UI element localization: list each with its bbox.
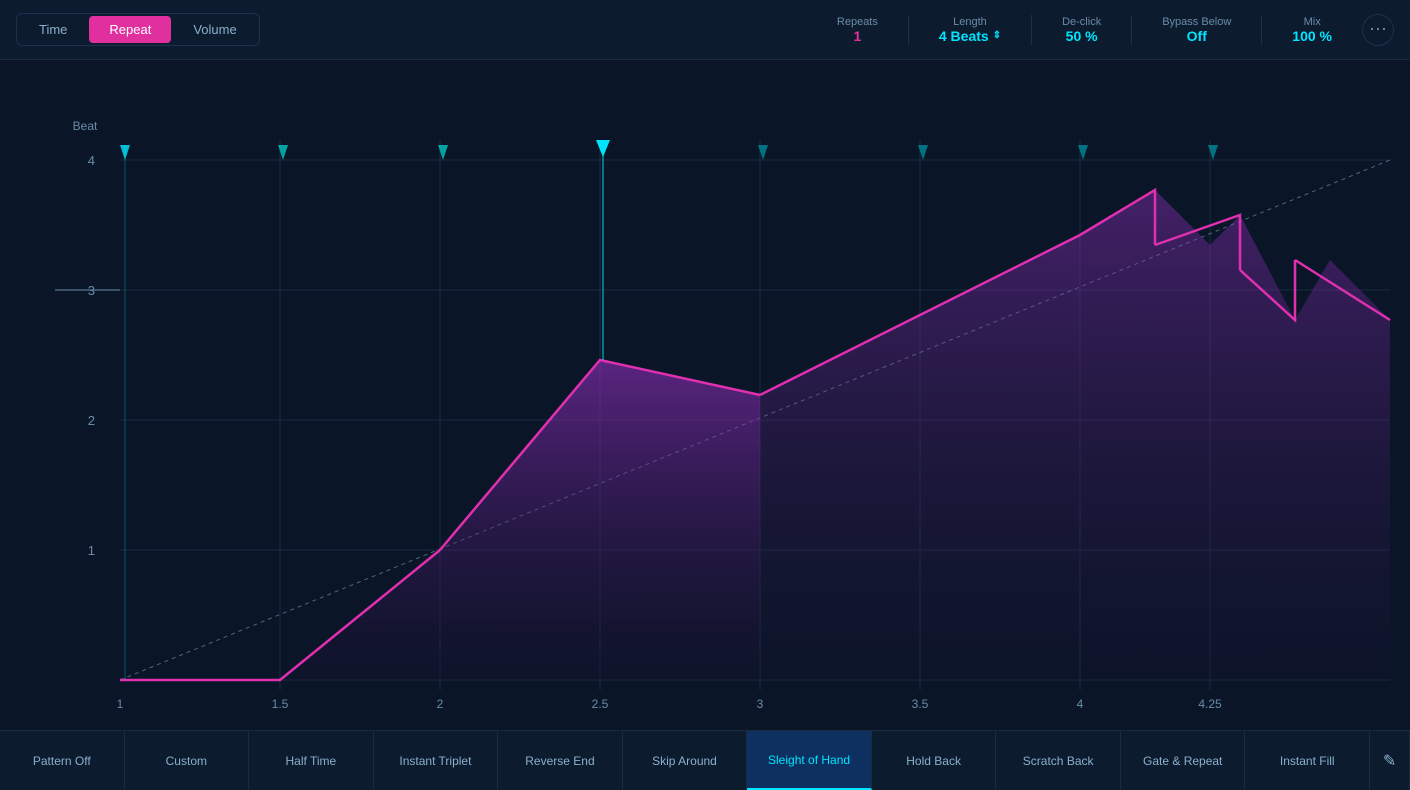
- svg-text:3.5: 3.5: [912, 697, 929, 711]
- divider-4: [1261, 15, 1262, 45]
- declick-label: De-click: [1062, 16, 1101, 28]
- btn-instant-fill[interactable]: Instant Fill: [1245, 731, 1370, 790]
- divider-2: [1031, 15, 1032, 45]
- chart-area: 4 3 2 1 Beat 1 1.5 2 2.5 3 3.5 4 4.25: [0, 60, 1410, 730]
- header: Time Repeat Volume Repeats 1 Length 4 Be…: [0, 0, 1410, 60]
- svg-text:3: 3: [757, 697, 764, 711]
- btn-sleight-of-hand[interactable]: Sleight of Hand: [747, 731, 872, 790]
- length-control: Length 4 Beats ⇕: [939, 16, 1001, 44]
- btn-gate-repeat[interactable]: Gate & Repeat: [1121, 731, 1246, 790]
- mix-label: Mix: [1304, 16, 1321, 28]
- btn-custom[interactable]: Custom: [125, 731, 250, 790]
- svg-text:4: 4: [1077, 697, 1084, 711]
- length-label: Length: [953, 16, 987, 28]
- tab-volume[interactable]: Volume: [173, 16, 256, 43]
- repeats-control: Repeats 1: [837, 16, 878, 44]
- btn-reverse-end[interactable]: Reverse End: [498, 731, 623, 790]
- bypass-control: Bypass Below Off: [1162, 16, 1231, 44]
- declick-control: De-click 50 %: [1062, 16, 1101, 44]
- tab-repeat[interactable]: Repeat: [89, 16, 171, 43]
- svg-text:4.25: 4.25: [1198, 697, 1222, 711]
- app-container: Time Repeat Volume Repeats 1 Length 4 Be…: [0, 0, 1410, 790]
- divider-3: [1131, 15, 1132, 45]
- repeats-value[interactable]: 1: [853, 28, 861, 44]
- header-controls: Repeats 1 Length 4 Beats ⇕ De-click 50 %…: [837, 14, 1394, 46]
- btn-hold-back[interactable]: Hold Back: [872, 731, 997, 790]
- tab-time[interactable]: Time: [19, 16, 87, 43]
- btn-skip-around[interactable]: Skip Around: [623, 731, 748, 790]
- repeats-label: Repeats: [837, 16, 878, 28]
- svg-text:Beat: Beat: [73, 119, 98, 133]
- more-button[interactable]: ⋯: [1362, 14, 1394, 46]
- tab-group: Time Repeat Volume: [16, 13, 260, 46]
- bottom-bar: Pattern Off Custom Half Time Instant Tri…: [0, 730, 1410, 790]
- svg-text:2.5: 2.5: [592, 697, 609, 711]
- svg-text:1: 1: [117, 697, 124, 711]
- bypass-label: Bypass Below: [1162, 16, 1231, 28]
- edit-button[interactable]: ✎: [1370, 731, 1410, 790]
- length-value[interactable]: 4 Beats ⇕: [939, 28, 1001, 44]
- length-arrows-icon: ⇕: [993, 30, 1001, 41]
- mix-value[interactable]: 100 %: [1292, 28, 1332, 44]
- mix-control: Mix 100 %: [1292, 16, 1332, 44]
- btn-half-time[interactable]: Half Time: [249, 731, 374, 790]
- bypass-value[interactable]: Off: [1187, 28, 1207, 44]
- svg-text:1.5: 1.5: [272, 697, 289, 711]
- svg-text:2: 2: [88, 413, 95, 428]
- btn-pattern-off[interactable]: Pattern Off: [0, 731, 125, 790]
- divider-1: [908, 15, 909, 45]
- declick-value[interactable]: 50 %: [1066, 28, 1098, 44]
- svg-text:4: 4: [88, 153, 95, 168]
- chart-svg: 4 3 2 1 Beat 1 1.5 2 2.5 3 3.5 4 4.25: [0, 60, 1410, 730]
- svg-text:2: 2: [437, 697, 444, 711]
- svg-text:1: 1: [88, 543, 95, 558]
- btn-scratch-back[interactable]: Scratch Back: [996, 731, 1121, 790]
- btn-instant-triplet[interactable]: Instant Triplet: [374, 731, 499, 790]
